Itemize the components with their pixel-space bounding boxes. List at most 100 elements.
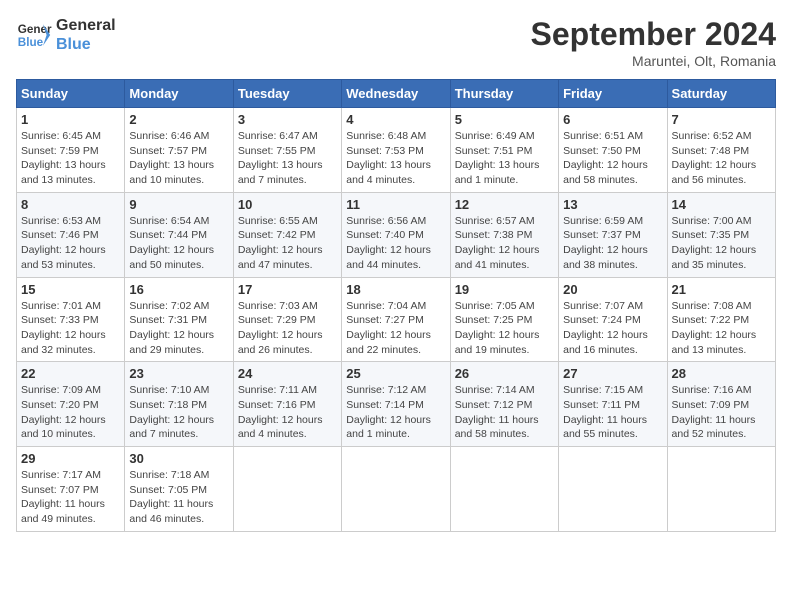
day-info: Sunrise: 7:12 AM Sunset: 7:14 PM Dayligh…	[346, 383, 445, 442]
page-header: General Blue General Blue September 2024…	[16, 16, 776, 69]
day-number: 25	[346, 366, 445, 381]
calendar-cell: 25 Sunrise: 7:12 AM Sunset: 7:14 PM Dayli…	[342, 362, 450, 447]
calendar-cell: 5 Sunrise: 6:49 AM Sunset: 7:51 PM Daylig…	[450, 108, 558, 193]
calendar-cell: 29 Sunrise: 7:17 AM Sunset: 7:07 PM Dayli…	[17, 447, 125, 532]
calendar-cell	[667, 447, 775, 532]
day-info: Sunrise: 7:00 AM Sunset: 7:35 PM Dayligh…	[672, 214, 771, 273]
day-number: 3	[238, 112, 337, 127]
calendar-cell: 6 Sunrise: 6:51 AM Sunset: 7:50 PM Daylig…	[559, 108, 667, 193]
calendar-cell: 30 Sunrise: 7:18 AM Sunset: 7:05 PM Dayli…	[125, 447, 233, 532]
calendar-cell: 23 Sunrise: 7:10 AM Sunset: 7:18 PM Dayli…	[125, 362, 233, 447]
day-number: 11	[346, 197, 445, 212]
day-info: Sunrise: 6:56 AM Sunset: 7:40 PM Dayligh…	[346, 214, 445, 273]
day-info: Sunrise: 7:05 AM Sunset: 7:25 PM Dayligh…	[455, 299, 554, 358]
title-block: September 2024 Maruntei, Olt, Romania	[531, 16, 776, 69]
calendar-cell: 15 Sunrise: 7:01 AM Sunset: 7:33 PM Dayli…	[17, 277, 125, 362]
day-info: Sunrise: 6:57 AM Sunset: 7:38 PM Dayligh…	[455, 214, 554, 273]
calendar-cell	[342, 447, 450, 532]
day-number: 4	[346, 112, 445, 127]
calendar-cell: 3 Sunrise: 6:47 AM Sunset: 7:55 PM Daylig…	[233, 108, 341, 193]
day-info: Sunrise: 7:04 AM Sunset: 7:27 PM Dayligh…	[346, 299, 445, 358]
day-info: Sunrise: 6:51 AM Sunset: 7:50 PM Dayligh…	[563, 129, 662, 188]
location: Maruntei, Olt, Romania	[531, 53, 776, 69]
day-number: 9	[129, 197, 228, 212]
day-number: 8	[21, 197, 120, 212]
calendar-cell: 14Sunrise: 7:00 AM Sunset: 7:35 PM Dayli…	[667, 192, 775, 277]
day-number: 22	[21, 366, 120, 381]
day-info: Sunrise: 7:18 AM Sunset: 7:05 PM Dayligh…	[129, 468, 228, 527]
day-number: 6	[563, 112, 662, 127]
day-number: 27	[563, 366, 662, 381]
calendar-table: SundayMondayTuesdayWednesdayThursdayFrid…	[16, 79, 776, 532]
calendar-cell: 10 Sunrise: 6:55 AM Sunset: 7:42 PM Dayli…	[233, 192, 341, 277]
day-info: Sunrise: 6:55 AM Sunset: 7:42 PM Dayligh…	[238, 214, 337, 273]
day-info: Sunrise: 7:07 AM Sunset: 7:24 PM Dayligh…	[563, 299, 662, 358]
calendar-cell	[233, 447, 341, 532]
day-info: Sunrise: 6:45 AM Sunset: 7:59 PM Dayligh…	[21, 129, 120, 188]
calendar-cell: 13 Sunrise: 6:59 AM Sunset: 7:37 PM Dayli…	[559, 192, 667, 277]
day-number: 5	[455, 112, 554, 127]
month-title: September 2024	[531, 16, 776, 53]
day-number: 26	[455, 366, 554, 381]
day-number: 10	[238, 197, 337, 212]
logo-blue: Blue	[56, 35, 116, 54]
calendar-cell: 28Sunrise: 7:16 AM Sunset: 7:09 PM Dayli…	[667, 362, 775, 447]
day-number: 12	[455, 197, 554, 212]
day-info: Sunrise: 6:48 AM Sunset: 7:53 PM Dayligh…	[346, 129, 445, 188]
day-number: 16	[129, 282, 228, 297]
day-info: Sunrise: 7:02 AM Sunset: 7:31 PM Dayligh…	[129, 299, 228, 358]
calendar-cell: 2Sunrise: 6:46 AM Sunset: 7:57 PM Daylig…	[125, 108, 233, 193]
calendar-cell: 11 Sunrise: 6:56 AM Sunset: 7:40 PM Dayli…	[342, 192, 450, 277]
calendar-cell: 20 Sunrise: 7:07 AM Sunset: 7:24 PM Dayli…	[559, 277, 667, 362]
calendar-cell: 1Sunrise: 6:45 AM Sunset: 7:59 PM Daylig…	[17, 108, 125, 193]
day-number: 21	[672, 282, 771, 297]
calendar-cell: 24 Sunrise: 7:11 AM Sunset: 7:16 PM Dayli…	[233, 362, 341, 447]
day-number: 24	[238, 366, 337, 381]
day-number: 23	[129, 366, 228, 381]
weekday-header-friday: Friday	[559, 80, 667, 108]
day-number: 18	[346, 282, 445, 297]
day-number: 17	[238, 282, 337, 297]
day-info: Sunrise: 7:14 AM Sunset: 7:12 PM Dayligh…	[455, 383, 554, 442]
day-number: 2	[129, 112, 228, 127]
calendar-cell	[450, 447, 558, 532]
day-info: Sunrise: 6:54 AM Sunset: 7:44 PM Dayligh…	[129, 214, 228, 273]
day-info: Sunrise: 6:47 AM Sunset: 7:55 PM Dayligh…	[238, 129, 337, 188]
day-info: Sunrise: 7:11 AM Sunset: 7:16 PM Dayligh…	[238, 383, 337, 442]
day-number: 15	[21, 282, 120, 297]
day-info: Sunrise: 7:15 AM Sunset: 7:11 PM Dayligh…	[563, 383, 662, 442]
day-info: Sunrise: 6:59 AM Sunset: 7:37 PM Dayligh…	[563, 214, 662, 273]
weekday-header-tuesday: Tuesday	[233, 80, 341, 108]
day-number: 28	[672, 366, 771, 381]
day-info: Sunrise: 7:09 AM Sunset: 7:20 PM Dayligh…	[21, 383, 120, 442]
calendar-cell: 17 Sunrise: 7:03 AM Sunset: 7:29 PM Dayli…	[233, 277, 341, 362]
logo-general: General	[56, 16, 116, 35]
svg-text:Blue: Blue	[18, 36, 44, 49]
weekday-header-sunday: Sunday	[17, 80, 125, 108]
day-number: 29	[21, 451, 120, 466]
weekday-header-wednesday: Wednesday	[342, 80, 450, 108]
calendar-cell	[559, 447, 667, 532]
day-info: Sunrise: 7:08 AM Sunset: 7:22 PM Dayligh…	[672, 299, 771, 358]
day-number: 20	[563, 282, 662, 297]
weekday-header-saturday: Saturday	[667, 80, 775, 108]
logo: General Blue General Blue	[16, 16, 116, 54]
day-info: Sunrise: 7:01 AM Sunset: 7:33 PM Dayligh…	[21, 299, 120, 358]
calendar-cell: 27 Sunrise: 7:15 AM Sunset: 7:11 PM Dayli…	[559, 362, 667, 447]
calendar-cell: 7Sunrise: 6:52 AM Sunset: 7:48 PM Daylig…	[667, 108, 775, 193]
weekday-header-monday: Monday	[125, 80, 233, 108]
day-info: Sunrise: 6:49 AM Sunset: 7:51 PM Dayligh…	[455, 129, 554, 188]
calendar-cell: 22 Sunrise: 7:09 AM Sunset: 7:20 PM Dayli…	[17, 362, 125, 447]
day-number: 19	[455, 282, 554, 297]
day-number: 13	[563, 197, 662, 212]
day-info: Sunrise: 7:03 AM Sunset: 7:29 PM Dayligh…	[238, 299, 337, 358]
calendar-cell: 21 Sunrise: 7:08 AM Sunset: 7:22 PM Dayli…	[667, 277, 775, 362]
day-info: Sunrise: 7:10 AM Sunset: 7:18 PM Dayligh…	[129, 383, 228, 442]
day-info: Sunrise: 6:52 AM Sunset: 7:48 PM Dayligh…	[672, 129, 771, 188]
calendar-cell: 26 Sunrise: 7:14 AM Sunset: 7:12 PM Dayli…	[450, 362, 558, 447]
weekday-header-thursday: Thursday	[450, 80, 558, 108]
calendar-cell: 18 Sunrise: 7:04 AM Sunset: 7:27 PM Dayli…	[342, 277, 450, 362]
day-info: Sunrise: 7:17 AM Sunset: 7:07 PM Dayligh…	[21, 468, 120, 527]
day-info: Sunrise: 6:53 AM Sunset: 7:46 PM Dayligh…	[21, 214, 120, 273]
day-number: 30	[129, 451, 228, 466]
